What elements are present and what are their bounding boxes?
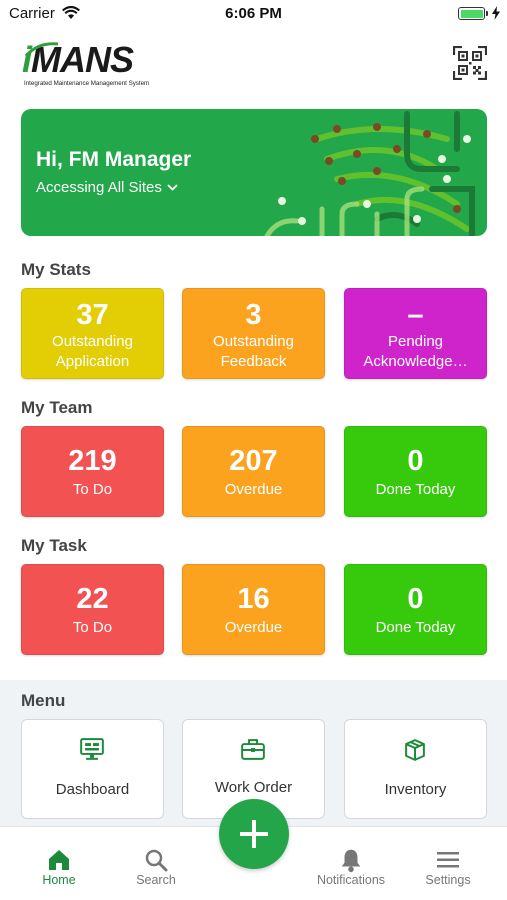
- task-card-overdue[interactable]: 16 Overdue: [182, 564, 325, 655]
- stat-value: 22: [76, 583, 109, 615]
- plus-icon: [240, 820, 268, 848]
- stat-value: 3: [245, 299, 262, 331]
- bell-icon: [341, 849, 361, 873]
- clock: 6:06 PM: [225, 5, 282, 22]
- tab-settings[interactable]: Settings: [408, 847, 488, 887]
- menu-item-inventory[interactable]: Inventory: [344, 719, 487, 819]
- battery-cap: [486, 11, 488, 16]
- tab-home[interactable]: Home: [19, 847, 99, 887]
- stat-label: Outstanding: [213, 333, 294, 350]
- battery-icon: [458, 7, 485, 20]
- my-team-title: My Team: [21, 398, 93, 417]
- charging-icon: [492, 6, 500, 20]
- stat-label: Overdue: [224, 619, 283, 636]
- logo-tagline: Integrated Maintenance Management System: [24, 80, 150, 87]
- my-task-title: My Task: [21, 536, 87, 555]
- stat-value: –: [407, 299, 424, 331]
- welcome-banner: Hi, FM Manager Accessing All Sites: [21, 109, 487, 236]
- tab-notifications[interactable]: Notifications: [306, 847, 396, 887]
- my-stats-title: My Stats: [21, 260, 91, 279]
- stat-label: Outstanding: [52, 333, 133, 350]
- menu-item-label: Inventory: [384, 781, 447, 798]
- tab-label: Search: [136, 873, 176, 887]
- home-icon: [49, 850, 69, 870]
- menu-title: Menu: [21, 691, 66, 710]
- task-card-done-today[interactable]: 0 Done Today: [344, 564, 487, 655]
- stat-label: To Do: [72, 481, 113, 498]
- stat-value: 219: [68, 445, 117, 477]
- stat-label: Pending: [387, 333, 444, 350]
- stat-label: Acknowledge…: [363, 353, 468, 370]
- tab-label: Notifications: [316, 873, 386, 887]
- tab-label: Settings: [425, 873, 471, 887]
- logo-swoosh-icon: [24, 42, 59, 58]
- briefcase-icon: [241, 739, 265, 760]
- stat-label: Feedback: [220, 353, 287, 370]
- stat-value: 0: [407, 583, 424, 615]
- site-selector[interactable]: Accessing All Sites: [36, 179, 178, 196]
- chevron-down-icon: [167, 184, 178, 191]
- qr-code-icon[interactable]: [453, 46, 487, 80]
- stat-card-pending-acknowledge[interactable]: – Pending Acknowledge…: [344, 288, 487, 379]
- status-bar: Carrier 6:06 PM: [0, 0, 507, 28]
- imans-logo: iMANS Integrated Maintenance Management …: [22, 38, 182, 90]
- stat-card-outstanding-feedback[interactable]: 3 Outstanding Feedback: [182, 288, 325, 379]
- stat-value: 37: [76, 299, 109, 331]
- site-selector-label: Accessing All Sites: [36, 179, 162, 196]
- stat-label: Done Today: [375, 619, 456, 636]
- team-card-overdue[interactable]: 207 Overdue: [182, 426, 325, 517]
- search-icon: [145, 849, 168, 872]
- box-icon: [405, 739, 425, 761]
- menu-lines-icon: [437, 852, 459, 868]
- stat-value: 207: [229, 445, 278, 477]
- team-card-to-do[interactable]: 219 To Do: [21, 426, 164, 517]
- stat-label: Overdue: [224, 481, 283, 498]
- stat-card-outstanding-application[interactable]: 37 Outstanding Application: [21, 288, 164, 379]
- stat-label: To Do: [72, 619, 113, 636]
- stat-value: 0: [407, 445, 424, 477]
- menu-item-label: Work Order: [214, 779, 293, 796]
- circuit-pattern-graphic: [264, 111, 475, 236]
- add-button[interactable]: [219, 799, 289, 869]
- menu-item-dashboard[interactable]: Dashboard: [21, 719, 164, 819]
- greeting-title: Hi, FM Manager: [36, 148, 192, 171]
- stat-label: Application: [55, 353, 130, 370]
- stat-value: 16: [237, 583, 270, 615]
- menu-item-label: Dashboard: [55, 781, 130, 798]
- task-card-to-do[interactable]: 22 To Do: [21, 564, 164, 655]
- tab-search[interactable]: Search: [116, 847, 196, 887]
- monitor-dashboard-icon: [80, 738, 104, 760]
- tab-label: Home: [42, 873, 76, 887]
- team-card-done-today[interactable]: 0 Done Today: [344, 426, 487, 517]
- stat-label: Done Today: [375, 481, 456, 498]
